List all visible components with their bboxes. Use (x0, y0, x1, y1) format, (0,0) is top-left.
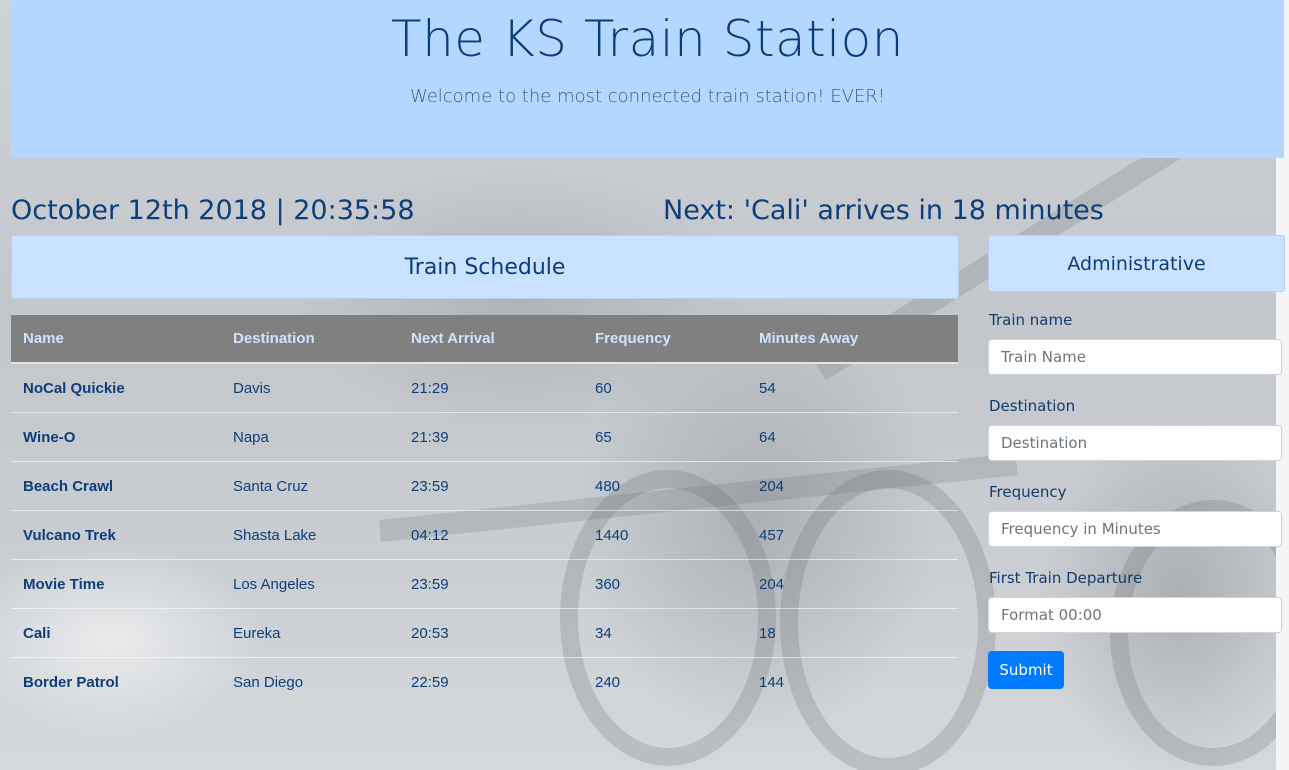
train-name-label: Train name (989, 311, 1073, 329)
cell-frequency: 360 (583, 559, 747, 609)
table-row: Beach Crawl Santa Cruz 23:59 480 204 (11, 461, 958, 511)
train-schedule-table: Name Destination Next Arrival Frequency … (11, 315, 958, 706)
frequency-label: Frequency (989, 483, 1067, 501)
cell-next-arrival: 04:12 (399, 510, 583, 560)
table-row: Border Patrol San Diego 22:59 240 144 (11, 657, 958, 706)
submit-button[interactable]: Submit (988, 651, 1064, 689)
cell-minutes-away: 18 (747, 608, 958, 658)
current-datetime: October 12th 2018 | 20:35:58 (11, 195, 415, 226)
table-row: Vulcano Trek Shasta Lake 04:12 1440 457 (11, 510, 958, 560)
administrative-heading: Administrative (988, 235, 1285, 292)
cell-minutes-away: 204 (747, 461, 958, 511)
cell-frequency: 65 (583, 412, 747, 462)
cell-destination: San Diego (221, 657, 399, 706)
frequency-input[interactable] (988, 511, 1282, 547)
table-row: Movie Time Los Angeles 23:59 360 204 (11, 559, 958, 609)
table-row: Cali Eureka 20:53 34 18 (11, 608, 958, 658)
column-header-minutes-away: Minutes Away (747, 315, 958, 364)
cell-next-arrival: 21:29 (411, 379, 449, 397)
cell-next-arrival: 23:59 (399, 461, 583, 511)
table-header-row: Name Destination Next Arrival Frequency … (11, 315, 958, 364)
train-schedule-heading: Train Schedule (11, 235, 959, 299)
cell-train-name: Beach Crawl (11, 461, 221, 511)
first-departure-input[interactable] (988, 597, 1282, 633)
cell-minutes-away: 457 (747, 510, 958, 560)
cell-frequency: 480 (583, 461, 747, 511)
cell-train-name: Wine-O (11, 412, 221, 462)
column-header-next-arrival: Next Arrival (399, 315, 583, 364)
cell-minutes-away: 54 (759, 379, 776, 397)
next-train-notice: Next: 'Cali' arrives in 18 minutes (663, 195, 1104, 226)
cell-frequency: 1440 (583, 510, 747, 560)
cell-minutes-away: 204 (747, 559, 958, 609)
cell-train-name: Vulcano Trek (11, 510, 221, 560)
cell-train-name: Movie Time (11, 559, 221, 609)
cell-destination: Napa (221, 412, 399, 462)
page-title: The KS Train Station (391, 10, 904, 68)
cell-frequency: 34 (583, 608, 747, 658)
column-header-frequency: Frequency (583, 315, 747, 364)
table-row: Wine-O Napa 21:39 65 64 (11, 412, 958, 462)
cell-frequency: 60 (595, 379, 612, 397)
cell-destination: Los Angeles (221, 559, 399, 609)
cell-destination: Davis (233, 379, 271, 397)
cell-destination: Shasta Lake (221, 510, 399, 560)
cell-minutes-away: 64 (747, 412, 958, 462)
cell-next-arrival: 20:53 (399, 608, 583, 658)
cell-train-name: Cali (11, 608, 221, 658)
column-header-destination: Destination (221, 315, 399, 364)
train-name-input[interactable] (988, 339, 1282, 375)
page-subtitle: Welcome to the most connected train stat… (409, 86, 886, 107)
cell-next-arrival: 22:59 (399, 657, 583, 706)
first-departure-label: First Train Departure (989, 569, 1143, 587)
page-header: The KS Train Station Welcome to the most… (11, 0, 1284, 158)
destination-label: Destination (989, 397, 1076, 415)
cell-frequency: 240 (583, 657, 747, 706)
destination-input[interactable] (988, 425, 1282, 461)
column-header-name: Name (11, 315, 221, 364)
cell-minutes-away: 144 (747, 657, 958, 706)
cell-next-arrival: 23:59 (399, 559, 583, 609)
cell-train-name: Border Patrol (11, 657, 221, 706)
cell-next-arrival: 21:39 (399, 412, 583, 462)
table-row: NoCal Quickie Davis 21:29 60 54 (11, 363, 958, 413)
cell-destination: Santa Cruz (221, 461, 399, 511)
cell-destination: Eureka (221, 608, 399, 658)
cell-train-name: NoCal Quickie (23, 379, 125, 397)
